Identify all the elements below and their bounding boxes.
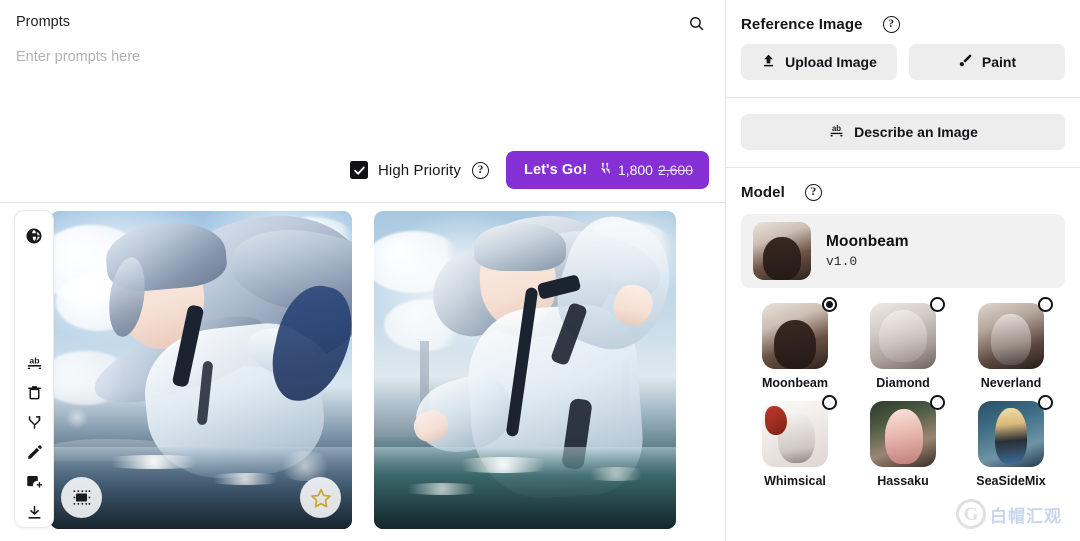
describe-wrap: ab Describe an Image bbox=[741, 98, 1065, 167]
model-thumbnail bbox=[762, 401, 828, 467]
model-section: Model ? Moonbeam v1.0 Moonb bbox=[726, 168, 1080, 489]
paint-label: Paint bbox=[982, 54, 1016, 70]
watermark-text: 白帽汇观 bbox=[990, 502, 1062, 527]
high-priority-help-icon[interactable]: ? bbox=[472, 162, 489, 179]
prompt-section: Prompts Enter prompts here High Priority… bbox=[0, 0, 725, 203]
selected-model-name: Moonbeam bbox=[826, 233, 909, 251]
svg-text:ab: ab bbox=[29, 355, 39, 365]
model-option-diamond[interactable]: Diamond bbox=[849, 303, 957, 391]
selected-model-version: v1.0 bbox=[826, 254, 909, 269]
upload-icon bbox=[761, 53, 776, 71]
search-icon[interactable] bbox=[683, 10, 709, 36]
radio-icon[interactable] bbox=[930, 395, 945, 410]
describe-an-image-label: Describe an Image bbox=[854, 124, 978, 140]
describe-ab-icon[interactable]: ab bbox=[19, 347, 49, 377]
left-panel: Prompts Enter prompts here High Priority… bbox=[0, 0, 726, 541]
model-option-label: Neverland bbox=[974, 376, 1048, 391]
anlas-icon bbox=[598, 161, 613, 179]
radio-icon[interactable] bbox=[930, 297, 945, 312]
result-image-2-art bbox=[374, 211, 676, 529]
model-help-icon[interactable]: ? bbox=[805, 184, 822, 201]
model-option-seasidemix[interactable]: SeaSideMix bbox=[957, 401, 1065, 489]
high-priority-checkbox[interactable]: High Priority bbox=[350, 161, 461, 179]
radio-icon[interactable] bbox=[1038, 297, 1053, 312]
model-title: Model bbox=[741, 184, 785, 201]
model-option-neverland[interactable]: Neverland bbox=[957, 303, 1065, 391]
model-thumbnail bbox=[870, 401, 936, 467]
brush-icon bbox=[958, 53, 973, 71]
selected-model-thumbnail bbox=[753, 222, 811, 280]
describe-section: ab Describe an Image bbox=[726, 98, 1080, 167]
result-image-1[interactable] bbox=[50, 211, 352, 529]
reference-image-help-icon[interactable]: ? bbox=[883, 16, 900, 33]
model-thumb-wrap bbox=[978, 303, 1044, 369]
model-thumbnail bbox=[870, 303, 936, 369]
model-grid: Moonbeam Diamond Neverland bbox=[741, 303, 1065, 489]
radio-selected-icon[interactable] bbox=[822, 297, 837, 312]
add-image-icon[interactable] bbox=[19, 467, 49, 497]
globe-icon[interactable] bbox=[19, 221, 49, 251]
model-header: Model ? bbox=[741, 168, 1065, 212]
model-thumb-wrap bbox=[870, 401, 936, 467]
model-thumbnail bbox=[978, 401, 1044, 467]
prompt-controls: High Priority ? Let's Go! 1,800 2,600 bbox=[350, 151, 709, 189]
reference-image-header: Reference Image ? bbox=[741, 0, 1065, 44]
prompt-input[interactable]: Enter prompts here bbox=[16, 47, 709, 67]
download-icon[interactable] bbox=[19, 497, 49, 527]
reference-image-title: Reference Image bbox=[741, 16, 863, 33]
radio-icon[interactable] bbox=[1038, 395, 1053, 410]
model-option-moonbeam[interactable]: Moonbeam bbox=[741, 303, 849, 391]
result-image-2[interactable] bbox=[374, 211, 676, 529]
model-option-label: Diamond bbox=[866, 376, 940, 391]
paint-button[interactable]: Paint bbox=[909, 44, 1065, 80]
radio-icon[interactable] bbox=[822, 395, 837, 410]
cost-original: 2,600 bbox=[658, 162, 693, 178]
results-grid bbox=[0, 211, 725, 529]
reference-image-section: Reference Image ? Upload Image bbox=[726, 0, 1080, 97]
selected-model-card[interactable]: Moonbeam v1.0 bbox=[741, 214, 1065, 288]
ab-icon: ab bbox=[828, 122, 845, 142]
reference-image-buttons: Upload Image Paint bbox=[741, 44, 1065, 97]
model-thumbnail bbox=[762, 303, 828, 369]
upload-image-label: Upload Image bbox=[785, 54, 877, 70]
watermark: G 白帽汇观 bbox=[956, 499, 1062, 529]
model-option-label: Moonbeam bbox=[758, 376, 832, 391]
cost-display: 1,800 2,600 bbox=[598, 161, 693, 179]
describe-an-image-button[interactable]: ab Describe an Image bbox=[741, 114, 1065, 150]
model-thumb-wrap bbox=[978, 401, 1044, 467]
results-area: ab bbox=[0, 203, 725, 541]
image-toolbar: ab bbox=[14, 210, 54, 528]
model-thumb-wrap bbox=[870, 303, 936, 369]
selected-model-info: Moonbeam v1.0 bbox=[826, 233, 909, 269]
prompt-header: Prompts bbox=[16, 12, 709, 38]
lets-go-label: Let's Go! bbox=[524, 162, 587, 178]
model-option-hassaku[interactable]: Hassaku bbox=[849, 401, 957, 489]
model-thumb-wrap bbox=[762, 401, 828, 467]
cost-current: 1,800 bbox=[618, 162, 653, 178]
branch-icon[interactable] bbox=[19, 407, 49, 437]
enhance-icon[interactable] bbox=[61, 477, 102, 518]
sidebar: Reference Image ? Upload Image bbox=[726, 0, 1080, 541]
model-thumbnail bbox=[978, 303, 1044, 369]
model-option-label: SeaSideMix bbox=[974, 474, 1048, 489]
pencil-icon[interactable] bbox=[19, 437, 49, 467]
app-root: Prompts Enter prompts here High Priority… bbox=[0, 0, 1080, 541]
checkbox-icon bbox=[350, 161, 368, 179]
page-title: Prompts bbox=[16, 12, 70, 32]
svg-text:ab: ab bbox=[832, 124, 841, 133]
star-icon[interactable] bbox=[300, 477, 341, 518]
model-option-whimsical[interactable]: Whimsical bbox=[741, 401, 849, 489]
lets-go-button[interactable]: Let's Go! 1,800 2,600 bbox=[506, 151, 709, 189]
model-thumb-wrap bbox=[762, 303, 828, 369]
model-option-label: Hassaku bbox=[866, 474, 940, 489]
trash-icon[interactable] bbox=[19, 377, 49, 407]
model-option-label: Whimsical bbox=[758, 474, 832, 489]
watermark-logo: G bbox=[956, 499, 986, 529]
high-priority-label: High Priority bbox=[378, 162, 461, 179]
upload-image-button[interactable]: Upload Image bbox=[741, 44, 897, 80]
